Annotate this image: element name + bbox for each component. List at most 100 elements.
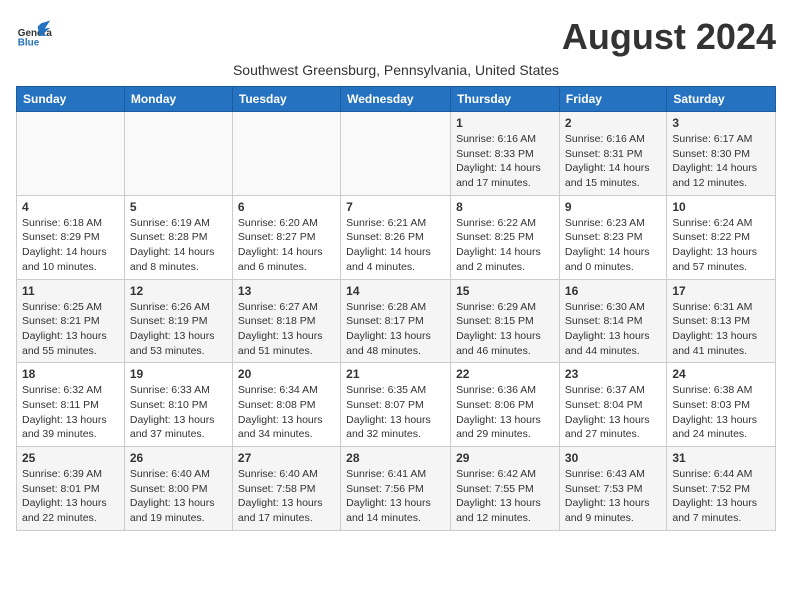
day-number: 4 [22,200,119,214]
day-info: Sunrise: 6:41 AMSunset: 7:56 PMDaylight:… [346,467,445,526]
calendar-cell [232,112,340,196]
calendar-cell: 8 Sunrise: 6:22 AMSunset: 8:25 PMDaylight… [451,195,560,279]
day-number: 12 [130,284,227,298]
week-row-2: 4 Sunrise: 6:18 AMSunset: 8:29 PMDaylight… [17,195,776,279]
day-number: 28 [346,451,445,465]
header-row: SundayMondayTuesdayWednesdayThursdayFrid… [17,87,776,112]
day-number: 26 [130,451,227,465]
week-row-4: 18 Sunrise: 6:32 AMSunset: 8:11 PMDayligh… [17,363,776,447]
day-info: Sunrise: 6:40 AMSunset: 7:58 PMDaylight:… [238,467,335,526]
day-info: Sunrise: 6:38 AMSunset: 8:03 PMDaylight:… [672,383,770,442]
calendar-body: 1 Sunrise: 6:16 AMSunset: 8:33 PMDaylight… [17,112,776,531]
calendar-cell: 28 Sunrise: 6:41 AMSunset: 7:56 PMDayligh… [341,447,451,531]
day-info: Sunrise: 6:42 AMSunset: 7:55 PMDaylight:… [456,467,554,526]
day-info: Sunrise: 6:39 AMSunset: 8:01 PMDaylight:… [22,467,119,526]
calendar-table: SundayMondayTuesdayWednesdayThursdayFrid… [16,86,776,531]
day-info: Sunrise: 6:19 AMSunset: 8:28 PMDaylight:… [130,216,227,275]
day-info: Sunrise: 6:16 AMSunset: 8:31 PMDaylight:… [565,132,661,191]
calendar-cell: 22Sunrise: 6:36 AMSunset: 8:06 PMDayligh… [451,363,560,447]
day-number: 20 [238,367,335,381]
day-info: Sunrise: 6:29 AMSunset: 8:15 PMDaylight:… [456,300,554,359]
day-info: Sunrise: 6:18 AMSunset: 8:29 PMDaylight:… [22,216,119,275]
subtitle: Southwest Greensburg, Pennsylvania, Unit… [16,62,776,78]
day-number: 16 [565,284,661,298]
calendar-cell: 26 Sunrise: 6:40 AMSunset: 8:00 PMDayligh… [124,447,232,531]
calendar-cell: 19Sunrise: 6:33 AMSunset: 8:10 PMDayligh… [124,363,232,447]
calendar-cell: 23 Sunrise: 6:37 AMSunset: 8:04 PMDayligh… [559,363,666,447]
calendar-header: SundayMondayTuesdayWednesdayThursdayFrid… [17,87,776,112]
day-number: 24 [672,367,770,381]
day-info: Sunrise: 6:30 AMSunset: 8:14 PMDaylight:… [565,300,661,359]
calendar-cell: 3Sunrise: 6:17 AMSunset: 8:30 PMDaylight… [667,112,776,196]
day-info: Sunrise: 6:44 AMSunset: 7:52 PMDaylight:… [672,467,770,526]
day-number: 21 [346,367,445,381]
calendar-cell: 4 Sunrise: 6:18 AMSunset: 8:29 PMDaylight… [17,195,125,279]
day-info: Sunrise: 6:32 AMSunset: 8:11 PMDaylight:… [22,383,119,442]
day-info: Sunrise: 6:35 AMSunset: 8:07 PMDaylight:… [346,383,445,442]
calendar-cell: 11 Sunrise: 6:25 AMSunset: 8:21 PMDayligh… [17,279,125,363]
calendar-cell [17,112,125,196]
week-row-3: 11 Sunrise: 6:25 AMSunset: 8:21 PMDayligh… [17,279,776,363]
day-info: Sunrise: 6:31 AMSunset: 8:13 PMDaylight:… [672,300,770,359]
day-number: 11 [22,284,119,298]
day-number: 23 [565,367,661,381]
day-number: 30 [565,451,661,465]
day-number: 8 [456,200,554,214]
calendar-cell: 30 Sunrise: 6:43 AMSunset: 7:53 PMDayligh… [559,447,666,531]
day-info: Sunrise: 6:26 AMSunset: 8:19 PMDaylight:… [130,300,227,359]
month-title: August 2024 [562,16,776,58]
day-number: 7 [346,200,445,214]
day-info: Sunrise: 6:37 AMSunset: 8:04 PMDaylight:… [565,383,661,442]
day-info: Sunrise: 6:28 AMSunset: 8:17 PMDaylight:… [346,300,445,359]
day-number: 25 [22,451,119,465]
day-number: 18 [22,367,119,381]
week-row-1: 1 Sunrise: 6:16 AMSunset: 8:33 PMDaylight… [17,112,776,196]
calendar-cell: 15 Sunrise: 6:29 AMSunset: 8:15 PMDayligh… [451,279,560,363]
day-number: 1 [456,116,554,130]
calendar-cell: 24 Sunrise: 6:38 AMSunset: 8:03 PMDayligh… [667,363,776,447]
day-info: Sunrise: 6:21 AMSunset: 8:26 PMDaylight:… [346,216,445,275]
day-info: Sunrise: 6:43 AMSunset: 7:53 PMDaylight:… [565,467,661,526]
calendar-cell: 20Sunrise: 6:34 AMSunset: 8:08 PMDayligh… [232,363,340,447]
calendar-cell: 10 Sunrise: 6:24 AMSunset: 8:22 PMDayligh… [667,195,776,279]
calendar-cell: 14 Sunrise: 6:28 AMSunset: 8:17 PMDayligh… [341,279,451,363]
day-info: Sunrise: 6:17 AMSunset: 8:30 PMDaylight:… [672,132,770,191]
calendar-cell: 2 Sunrise: 6:16 AMSunset: 8:31 PMDaylight… [559,112,666,196]
day-info: Sunrise: 6:25 AMSunset: 8:21 PMDaylight:… [22,300,119,359]
day-number: 19 [130,367,227,381]
logo-icon: General Blue [16,16,52,52]
day-info: Sunrise: 6:22 AMSunset: 8:25 PMDaylight:… [456,216,554,275]
header: General Blue August 2024 [16,16,776,58]
calendar-cell: 31 Sunrise: 6:44 AMSunset: 7:52 PMDayligh… [667,447,776,531]
day-number: 2 [565,116,661,130]
day-number: 15 [456,284,554,298]
calendar-cell: 12 Sunrise: 6:26 AMSunset: 8:19 PMDayligh… [124,279,232,363]
day-number: 31 [672,451,770,465]
column-header-thursday: Thursday [451,87,560,112]
calendar-cell [124,112,232,196]
calendar-cell: 7 Sunrise: 6:21 AMSunset: 8:26 PMDaylight… [341,195,451,279]
calendar-cell: 29Sunrise: 6:42 AMSunset: 7:55 PMDayligh… [451,447,560,531]
calendar-cell [341,112,451,196]
calendar-cell: 13Sunrise: 6:27 AMSunset: 8:18 PMDayligh… [232,279,340,363]
week-row-5: 25 Sunrise: 6:39 AMSunset: 8:01 PMDayligh… [17,447,776,531]
calendar-cell: 18 Sunrise: 6:32 AMSunset: 8:11 PMDayligh… [17,363,125,447]
day-number: 5 [130,200,227,214]
calendar-cell: 6Sunrise: 6:20 AMSunset: 8:27 PMDaylight… [232,195,340,279]
logo: General Blue [16,16,52,52]
day-info: Sunrise: 6:24 AMSunset: 8:22 PMDaylight:… [672,216,770,275]
day-number: 6 [238,200,335,214]
day-number: 17 [672,284,770,298]
day-number: 10 [672,200,770,214]
day-info: Sunrise: 6:27 AMSunset: 8:18 PMDaylight:… [238,300,335,359]
day-info: Sunrise: 6:40 AMSunset: 8:00 PMDaylight:… [130,467,227,526]
column-header-friday: Friday [559,87,666,112]
calendar-cell: 9Sunrise: 6:23 AMSunset: 8:23 PMDaylight… [559,195,666,279]
column-header-saturday: Saturday [667,87,776,112]
calendar-cell: 16 Sunrise: 6:30 AMSunset: 8:14 PMDayligh… [559,279,666,363]
day-info: Sunrise: 6:16 AMSunset: 8:33 PMDaylight:… [456,132,554,191]
day-number: 22 [456,367,554,381]
day-number: 9 [565,200,661,214]
calendar-cell: 25 Sunrise: 6:39 AMSunset: 8:01 PMDayligh… [17,447,125,531]
day-number: 14 [346,284,445,298]
